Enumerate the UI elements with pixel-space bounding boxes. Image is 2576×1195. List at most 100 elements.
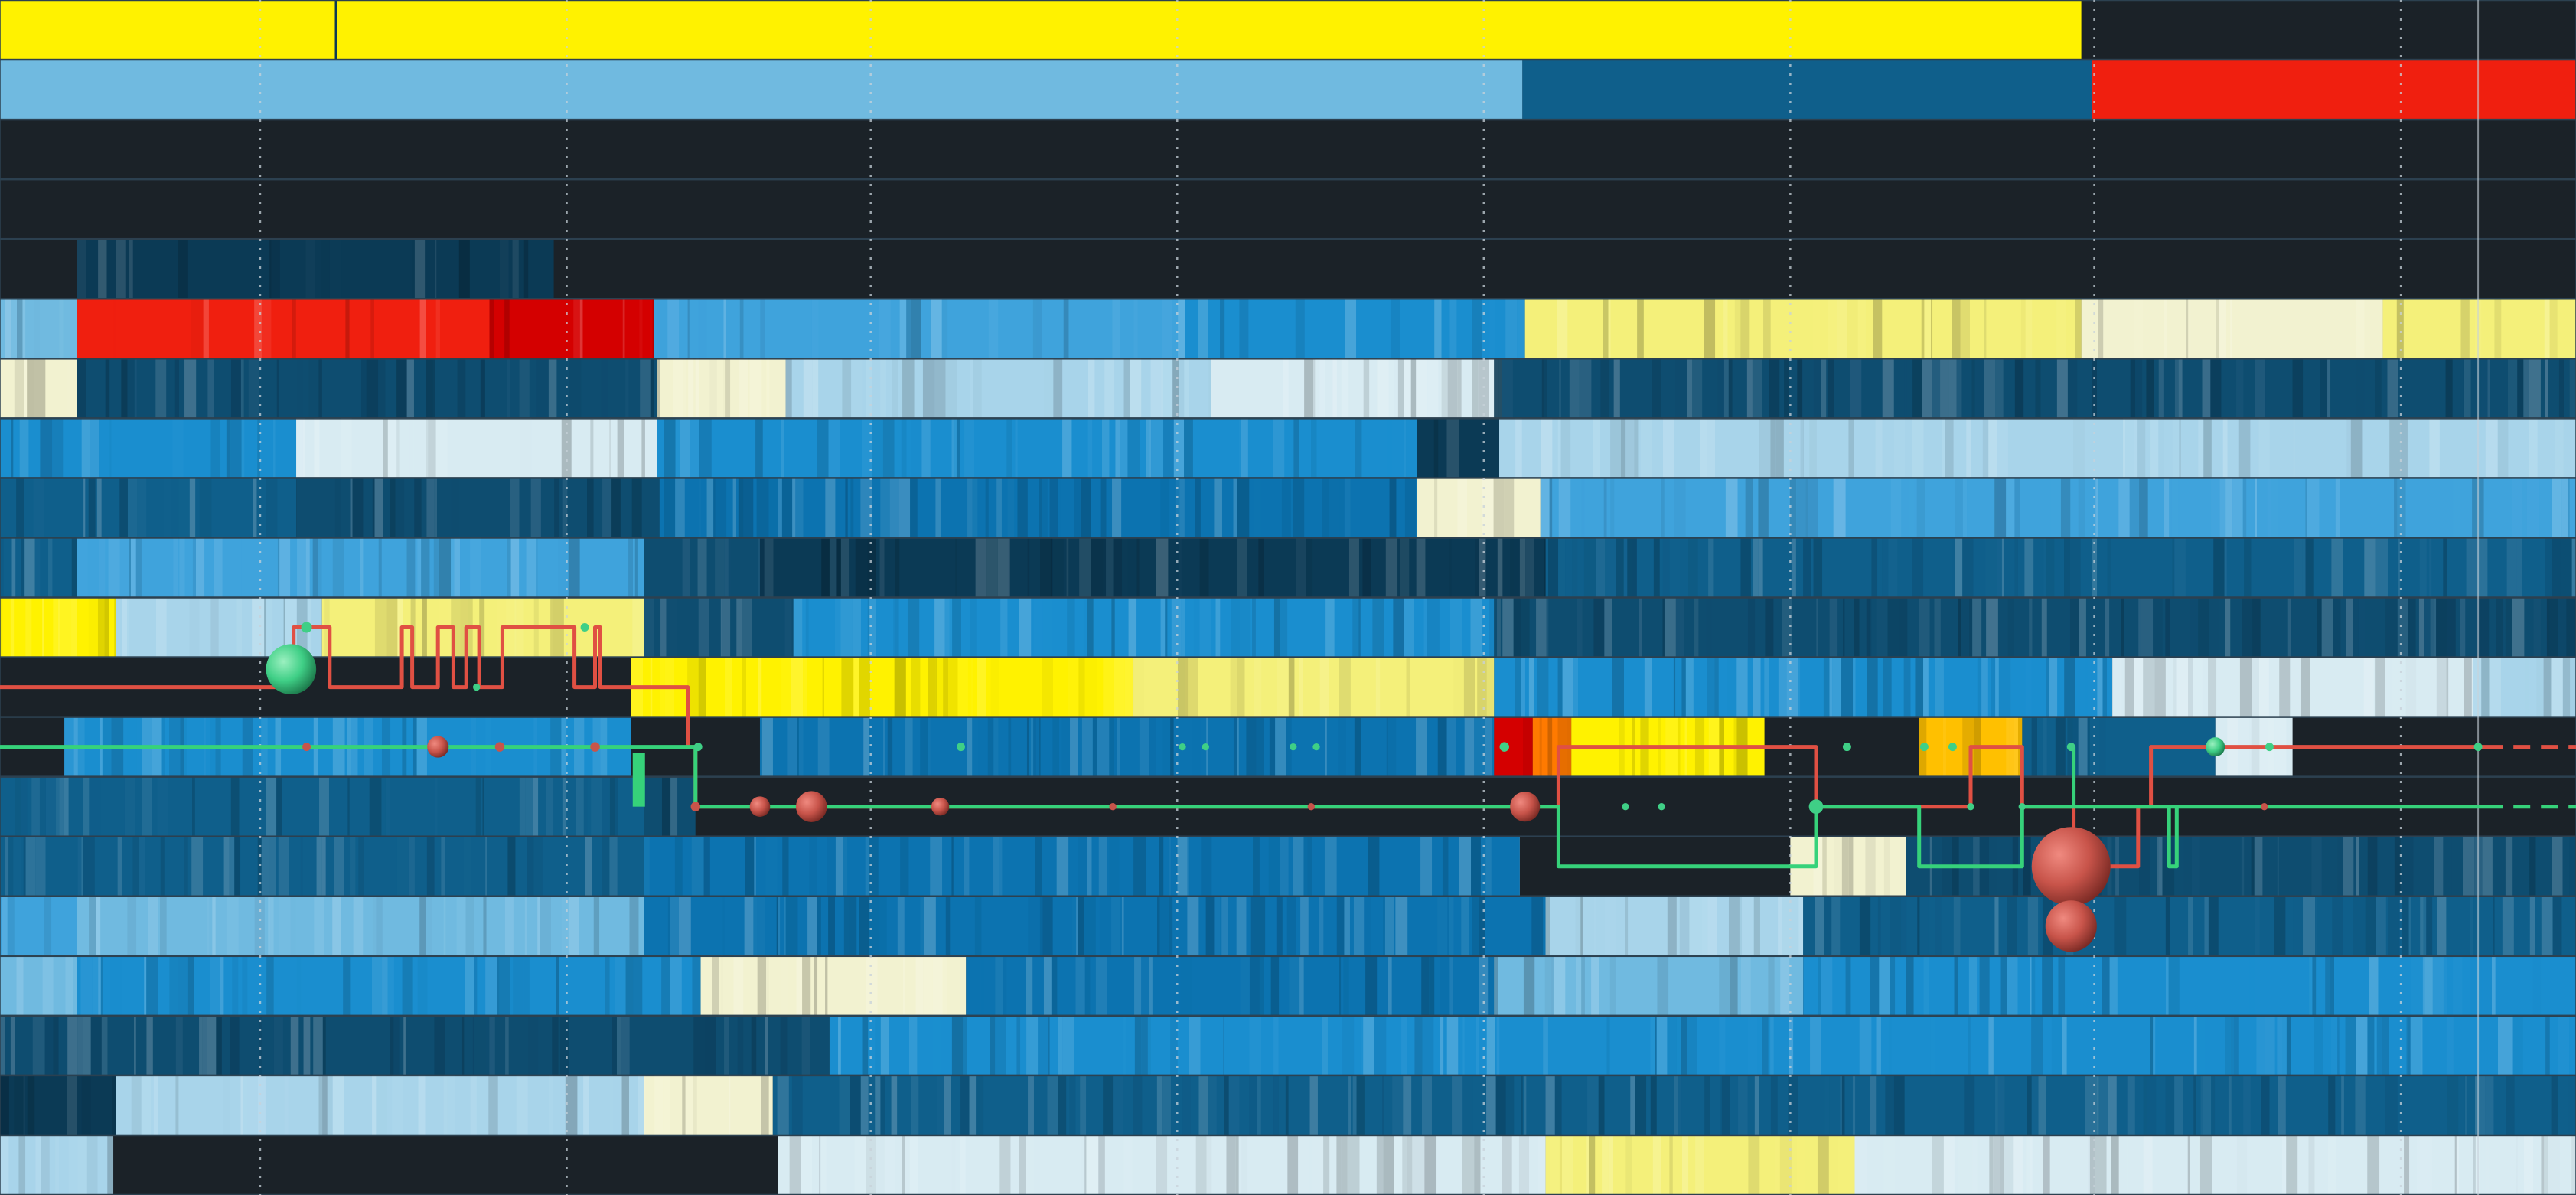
heatmap-stripe — [1521, 597, 1530, 658]
heatmap-stripe — [1286, 896, 1296, 956]
heatmap-stripe — [2000, 1135, 2004, 1195]
heatmap-stripe — [944, 597, 950, 658]
heatmap-stripe — [523, 955, 530, 1016]
track-marker — [690, 802, 701, 811]
heatmap-stripe — [2552, 836, 2563, 896]
heatmap-stripe — [1128, 597, 1137, 658]
heatmap-stripe — [860, 1075, 869, 1135]
heatmap-stripe — [2356, 299, 2365, 359]
heatmap-stripe — [616, 1015, 621, 1076]
heatmap-stripe — [1521, 657, 1525, 717]
heatmap-stripe — [1934, 597, 1941, 658]
heatmap-stripe — [1689, 896, 1702, 956]
heatmap-stripe — [1486, 1015, 1495, 1076]
heatmap-stripe — [2150, 1015, 2154, 1076]
heatmap-stripe — [59, 776, 64, 837]
heatmap-stripe — [1112, 299, 1120, 359]
heatmap-stripe — [1117, 717, 1121, 777]
heatmap-stripe — [1639, 597, 1642, 658]
heatmap-stripe — [199, 478, 212, 538]
heatmap-stripe — [2463, 358, 2471, 419]
heatmap-stripe — [98, 955, 101, 1016]
heatmap-stripe — [528, 1015, 539, 1076]
heatmap-stripe — [1604, 597, 1612, 658]
heatmap-stripe — [2277, 836, 2279, 896]
heatmap-stripe — [1875, 418, 1883, 478]
heatmap-stripe — [2035, 358, 2041, 419]
heatmap-stripe — [2072, 418, 2085, 478]
heatmap-stripe — [1195, 1135, 1207, 1195]
heatmap-stripe — [321, 239, 330, 299]
heatmap-stripe — [2497, 418, 2509, 478]
heatmap-stripe — [1342, 1015, 1355, 1076]
heatmap-stripe — [1817, 1135, 1829, 1195]
heatmap-stripe — [1042, 478, 1048, 538]
heatmap-stripe — [951, 836, 954, 896]
heatmap-stripe — [2353, 836, 2356, 896]
heatmap-stripe — [1178, 299, 1185, 359]
heatmap-cell — [2112, 657, 2473, 717]
heatmap-stripe — [685, 1075, 693, 1135]
heatmap-stripe — [693, 1075, 697, 1135]
heatmap-stripe — [1332, 358, 1337, 419]
heatmap-stripe — [2025, 299, 2033, 359]
heatmap-stripe — [985, 478, 989, 538]
heatmap-stripe — [34, 358, 46, 419]
heatmap-stripe — [602, 478, 612, 538]
heatmap-stripe — [825, 478, 836, 538]
heatmap-stripe — [1652, 358, 1661, 419]
heatmap-stripe — [894, 657, 906, 717]
heatmap-stripe — [1368, 836, 1380, 896]
heatmap-stripe — [1971, 358, 1975, 419]
heatmap-stripe — [1728, 896, 1740, 956]
heatmap-stripe — [724, 1015, 729, 1076]
heatmap-stripe — [1160, 478, 1169, 538]
heatmap-stripe — [2244, 537, 2252, 598]
heatmap-stripe — [1995, 1075, 1998, 1135]
heatmap-stripe — [1736, 657, 1748, 717]
heatmap-stripe — [485, 955, 497, 1016]
heatmap-stripe — [474, 955, 478, 1016]
heatmap-stripe — [1208, 1075, 1217, 1135]
heatmap-stripe — [742, 597, 752, 658]
heatmap-stripe — [89, 896, 96, 956]
heatmap-stripe — [730, 1075, 742, 1135]
heatmap-stripe — [1250, 896, 1254, 956]
heatmap-stripe — [53, 1015, 59, 1076]
heatmap-stripe — [1043, 955, 1052, 1016]
heatmap-stripe — [414, 478, 422, 538]
heatmap-stripe — [1103, 657, 1114, 717]
heatmap-stripe — [1076, 896, 1078, 956]
track-marker — [749, 796, 771, 817]
heatmap-stripe — [465, 955, 474, 1016]
heatmap-stripe — [25, 597, 32, 658]
heatmap-stripe — [536, 358, 549, 419]
heatmap-stripe — [1919, 896, 1929, 956]
heatmap-stripe — [2200, 1075, 2203, 1135]
heatmap-stripe — [127, 896, 137, 956]
heatmap-stripe — [670, 776, 678, 837]
heatmap-stripe — [1424, 1135, 1437, 1195]
heatmap-stripe — [1393, 597, 1404, 658]
heatmap-stripe — [2154, 657, 2166, 717]
heatmap-stripe — [1198, 358, 1209, 419]
heatmap-stripe — [678, 896, 691, 956]
heatmap-stripe — [1985, 537, 1997, 598]
heatmap-stripe — [1179, 537, 1182, 598]
heatmap-stripe — [77, 1135, 87, 1195]
heatmap-stripe — [300, 836, 303, 896]
heatmap-stripe — [834, 597, 841, 658]
heatmap-stripe — [2453, 955, 2463, 1016]
heatmap-stripe — [872, 418, 883, 478]
heatmap-stripe — [2267, 478, 2271, 538]
heatmap-stripe — [510, 955, 514, 1016]
heatmap-stripe — [1837, 299, 1847, 359]
heatmap-stripe — [546, 776, 554, 837]
heatmap-stripe — [970, 597, 977, 658]
heatmap-stripe — [1924, 299, 1932, 359]
heatmap-stripe — [1662, 537, 1670, 598]
heatmap-stripe — [2416, 1135, 2428, 1195]
heatmap-stripe — [119, 478, 128, 538]
heatmap-stripe — [2374, 1015, 2377, 1076]
heatmap-stripe — [554, 478, 559, 538]
